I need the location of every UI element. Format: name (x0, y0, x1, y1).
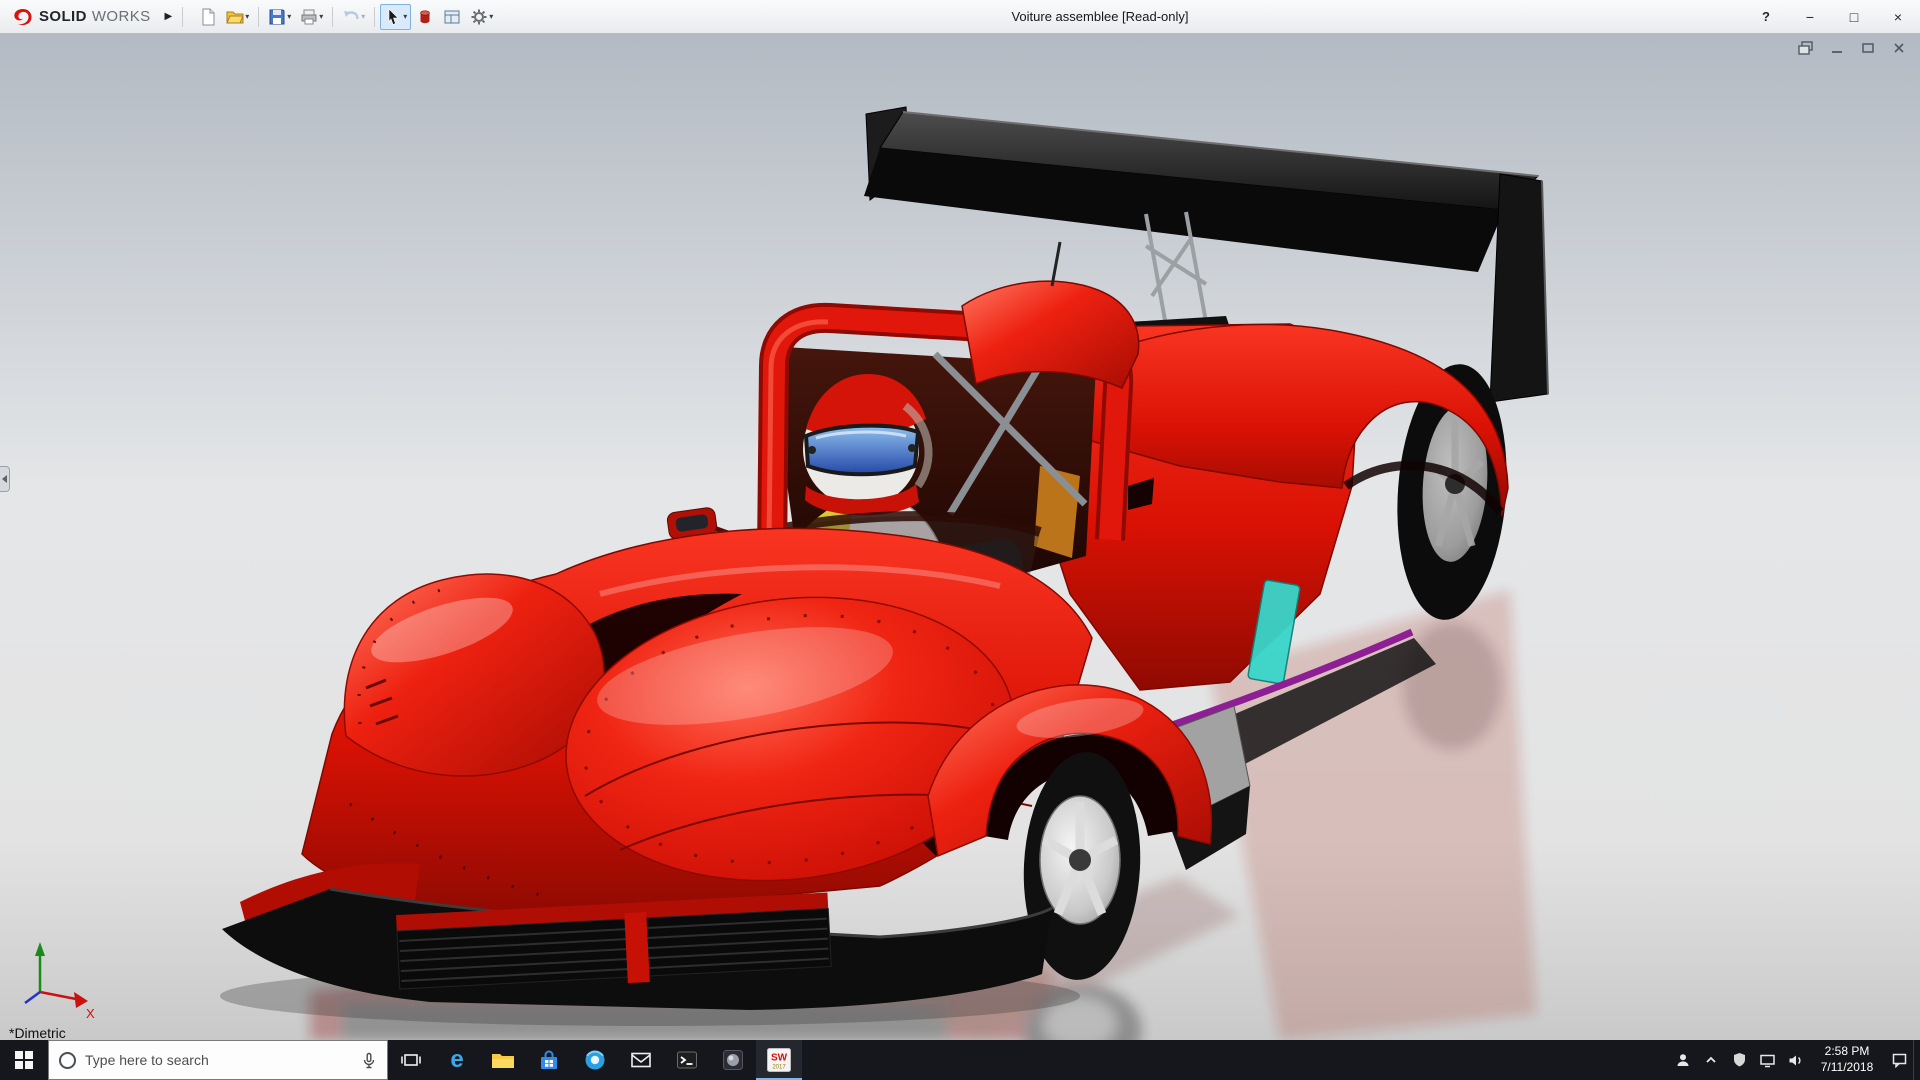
open-folder-icon (226, 8, 244, 26)
print-caret[interactable]: ▾ (319, 12, 323, 21)
minimize-button[interactable]: − (1788, 0, 1832, 33)
window-titlebar: SOLID WORKS ▶ ▾ (0, 0, 1920, 34)
taskbar-mail-button[interactable] (618, 1040, 664, 1080)
document-window-controls (1797, 40, 1908, 55)
save-icon (268, 8, 286, 26)
view-triad: X (10, 936, 102, 1022)
command-prompt-icon (675, 1048, 699, 1072)
taskbar-search-box[interactable] (48, 1040, 388, 1080)
action-center-icon[interactable] (1885, 1040, 1913, 1080)
undo-caret[interactable]: ▾ (361, 12, 365, 21)
taskbar-solidworks-button[interactable]: SW 2017 (756, 1040, 802, 1080)
start-button[interactable] (0, 1040, 48, 1080)
browser-globe-icon (583, 1048, 607, 1072)
gear-icon (470, 8, 488, 26)
open-caret[interactable]: ▾ (245, 12, 249, 21)
volume-icon[interactable] (1781, 1040, 1809, 1080)
taskbar-browser-button[interactable] (572, 1040, 618, 1080)
toolbar-separator (258, 7, 259, 27)
orientation-label: *Dimetric (9, 1025, 66, 1040)
taskbar-command-prompt-button[interactable] (664, 1040, 710, 1080)
window-title: Voiture assemblee [Read-only] (480, 9, 1720, 24)
taskbar-composer-button[interactable] (710, 1040, 756, 1080)
edge-icon: e (450, 1048, 463, 1072)
windows-taskbar: e (0, 1040, 1920, 1080)
toolbar-separator (374, 7, 375, 27)
taskbar-file-explorer-button[interactable] (480, 1040, 526, 1080)
people-icon[interactable] (1669, 1040, 1697, 1080)
print-button[interactable]: ▾ (296, 4, 327, 30)
clock-time: 2:58 PM (1811, 1044, 1883, 1060)
main-toolbar: ▾ ▾ ▾ (195, 0, 497, 33)
doc-restore-button[interactable] (1859, 40, 1877, 55)
headrest-fairing (962, 281, 1139, 388)
chevron-up-icon[interactable] (1697, 1040, 1725, 1080)
sw-year: 2017 (772, 1065, 786, 1071)
open-button[interactable]: ▾ (222, 4, 253, 30)
brand-works: WORKS (92, 8, 151, 25)
select-cursor-icon (384, 8, 402, 26)
store-icon (537, 1048, 561, 1072)
undo-button[interactable]: ▾ (338, 4, 369, 30)
close-button[interactable]: × (1876, 0, 1920, 33)
solidworks-app-icon: SW 2017 (766, 1047, 792, 1073)
options-button[interactable]: ▾ (466, 4, 497, 30)
select-tool-button[interactable]: ▾ (380, 4, 411, 30)
taskbar-store-button[interactable] (526, 1040, 572, 1080)
dassault-systemes-logo-icon (10, 7, 34, 27)
brand-solid: SOLID (39, 8, 87, 25)
file-explorer-icon (490, 1048, 516, 1072)
toolbar-separator (332, 7, 333, 27)
brand: SOLID WORKS (0, 0, 159, 33)
3d-model-canvas[interactable] (0, 34, 1920, 1040)
show-desktop-button[interactable] (1913, 1040, 1920, 1080)
undo-icon (342, 8, 360, 26)
help-button[interactable]: ? (1744, 0, 1788, 33)
graphics-viewport[interactable]: X *Dimetric (0, 34, 1920, 1040)
triad-x-label: X (86, 1006, 95, 1021)
save-button[interactable]: ▾ (264, 4, 295, 30)
doc-minimize-button[interactable] (1828, 40, 1846, 55)
taskbar-edge-button[interactable]: e (434, 1040, 480, 1080)
task-view-button[interactable] (388, 1040, 434, 1080)
new-document-icon (199, 8, 217, 26)
doc-close-button[interactable] (1890, 40, 1908, 55)
solidworks-window: SOLID WORKS ▶ ▾ (0, 0, 1920, 1080)
display-style-button[interactable] (439, 4, 465, 30)
defender-shield-icon[interactable] (1725, 1040, 1753, 1080)
options-caret[interactable]: ▾ (489, 12, 493, 21)
new-document-button[interactable] (195, 4, 221, 30)
system-tray: 2:58 PM 7/11/2018 (1669, 1040, 1920, 1080)
feature-panel-collapsed-tab[interactable] (0, 466, 10, 492)
doc-new-window-button[interactable] (1797, 40, 1815, 55)
save-caret[interactable]: ▾ (287, 12, 291, 21)
cortana-icon (59, 1052, 76, 1069)
clock-date: 7/11/2018 (1811, 1060, 1883, 1076)
windows-logo-icon (15, 1051, 33, 1069)
display-panels-icon (443, 8, 461, 26)
appearance-button[interactable] (412, 4, 438, 30)
sw-letters: SW (771, 1053, 788, 1064)
network-icon[interactable] (1753, 1040, 1781, 1080)
print-icon (300, 8, 318, 26)
mail-icon (629, 1048, 653, 1072)
chevron-left-icon (2, 475, 7, 483)
taskbar-clock[interactable]: 2:58 PM 7/11/2018 (1809, 1044, 1885, 1075)
task-view-icon (399, 1048, 423, 1072)
search-input[interactable] (85, 1052, 352, 1068)
toolbar-separator (182, 7, 183, 27)
appearance-cylinder-icon (416, 8, 434, 26)
microphone-icon[interactable] (361, 1052, 377, 1069)
triad-y-axis (35, 942, 45, 956)
window-controls: ? − □ × (1744, 0, 1920, 33)
maximize-button[interactable]: □ (1832, 0, 1876, 33)
composer-sphere-icon (721, 1048, 745, 1072)
select-caret[interactable]: ▾ (403, 12, 407, 21)
toolbar-flyout-arrow[interactable]: ▶ (159, 11, 179, 22)
triad-z-axis (25, 992, 40, 1003)
